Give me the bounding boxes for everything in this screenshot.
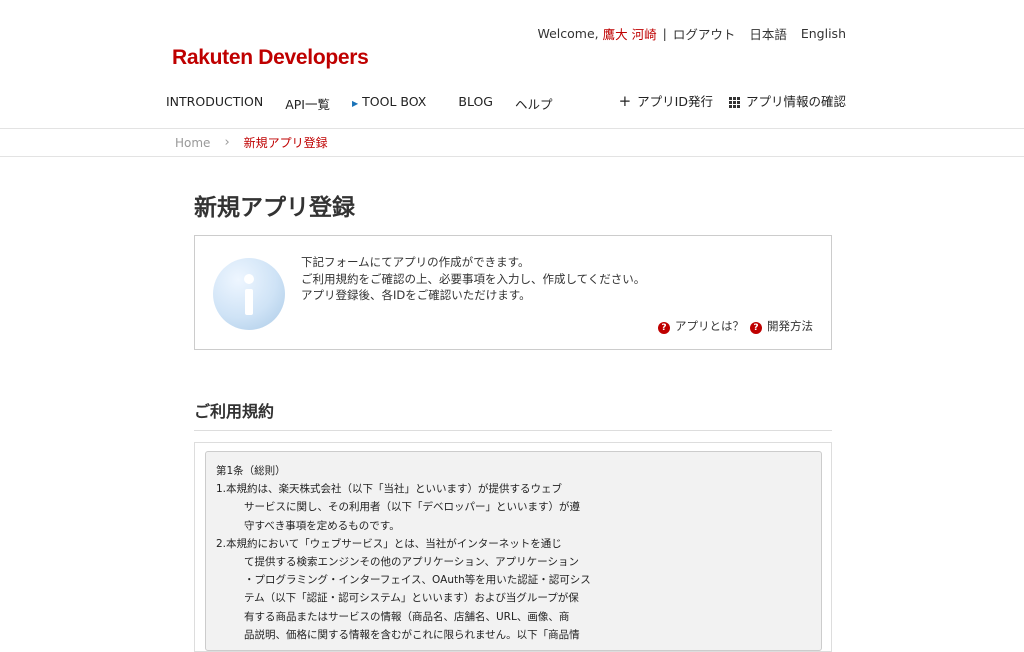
check-app-info-link[interactable]: アプリ情報の確認 xyxy=(728,91,846,110)
top-account-bar: Welcome, 鷹大 河崎 | ログアウト 日本語 English xyxy=(537,24,846,43)
what-is-app-link[interactable]: ? アプリとは？ xyxy=(658,318,744,334)
page-title: 新規アプリ登録 xyxy=(194,195,355,221)
terms-line: 2.本規約において「ウェブサービス」とは、当社がインターネットを通じ xyxy=(216,537,562,550)
info-text: 下記フォームにてアプリの作成ができます。 ご利用規約をご確認の上、必要事項を入力… xyxy=(301,254,645,304)
info-line: ご利用規約をご確認の上、必要事項を入力し、作成してください。 xyxy=(301,271,646,286)
separator: | xyxy=(662,26,667,41)
info-links: ? アプリとは？ ? 開発方法 xyxy=(658,318,813,334)
terms-line: 有する商品またはサービスの情報（商品名、店舗名、URL、画像、商 xyxy=(244,610,570,623)
terms-line: ・プログラミング・インターフェイス、OAuth等を用いた認証・認可シス xyxy=(244,574,591,587)
nav-toolbox-label: TOOL BOX xyxy=(362,94,427,109)
nav-toolbox[interactable]: ▶ TOOL BOX xyxy=(352,94,426,113)
nav-introduction[interactable]: INTRODUCTION xyxy=(166,94,263,113)
terms-line: テム（以下「認証・認可システム」といいます）および当グループが保 xyxy=(244,592,579,605)
dev-method-link[interactable]: ? 開発方法 xyxy=(750,318,813,334)
lang-english-link[interactable]: English xyxy=(801,26,846,41)
info-icon xyxy=(213,258,285,330)
info-line: 下記フォームにてアプリの作成ができます。 xyxy=(301,255,530,269)
triangle-right-icon: ▶ xyxy=(352,99,359,108)
terms-line: て提供する検索エンジンその他のアプリケーション、アプリケーション xyxy=(244,556,579,569)
main-nav: INTRODUCTION API一覧 ▶ TOOL BOX BLOG ヘルプ xyxy=(166,94,575,113)
breadcrumb-current: 新規アプリ登録 xyxy=(243,136,328,150)
logout-link[interactable]: ログアウト xyxy=(673,24,736,43)
nav-help[interactable]: ヘルプ xyxy=(515,94,553,113)
info-line: アプリ登録後、各IDをご確認いただけます。 xyxy=(301,288,531,302)
user-name: 鷹大 河崎 xyxy=(602,27,657,42)
app-actions-nav: + アプリID発行 アプリ情報の確認 xyxy=(619,91,846,110)
terms-line: 第1条（総則） xyxy=(216,465,286,477)
chevron-right-icon: › xyxy=(224,135,230,150)
issue-app-id-link[interactable]: + アプリID発行 xyxy=(619,91,713,110)
terms-line: 1.本規約は、楽天株式会社（以下「当社」といいます）が提供するウェブ xyxy=(216,483,563,496)
issue-app-id-label: アプリID発行 xyxy=(637,94,713,109)
lang-japanese-link[interactable]: 日本語 xyxy=(749,24,787,43)
welcome-text: Welcome, xyxy=(537,26,599,41)
terms-text: 第1条（総則） 1.本規約は、楽天株式会社（以下「当社」といいます）が提供するウェ… xyxy=(206,452,821,650)
nav-blog[interactable]: BLOG xyxy=(458,94,493,113)
grid-icon xyxy=(728,97,740,108)
terms-textarea[interactable]: 第1条（総則） 1.本規約は、楽天株式会社（以下「当社」といいます）が提供するウェ… xyxy=(205,451,822,651)
terms-line: 品説明、価格に関する情報を含むがこれに限られません。以下「商品情 xyxy=(244,628,580,641)
nav-api-list[interactable]: API一覧 xyxy=(285,94,330,113)
what-is-app-label: アプリとは？ xyxy=(675,319,744,333)
terms-line: サービスに関し、その利用者（以下「デベロッパー」といいます）が遵 xyxy=(244,501,580,514)
terms-container: 第1条（総則） 1.本規約は、楽天株式会社（以下「当社」といいます）が提供するウェ… xyxy=(194,442,832,652)
terms-line: 守すべき事項を定めるものです。 xyxy=(244,519,400,532)
plus-icon: + xyxy=(618,92,632,110)
section-divider xyxy=(194,430,832,431)
dev-method-label: 開発方法 xyxy=(767,319,813,333)
rakuten-developers-logo[interactable]: Rakuten Developers xyxy=(172,46,369,70)
breadcrumb: Home › 新規アプリ登録 xyxy=(175,134,328,151)
question-icon: ? xyxy=(750,322,762,334)
terms-section-title: ご利用規約 xyxy=(194,402,275,421)
info-box: 下記フォームにてアプリの作成ができます。 ご利用規約をご確認の上、必要事項を入力… xyxy=(194,235,832,350)
check-app-info-label: アプリ情報の確認 xyxy=(745,94,846,109)
question-icon: ? xyxy=(658,322,670,334)
breadcrumb-bar xyxy=(0,128,1024,157)
breadcrumb-home[interactable]: Home xyxy=(175,136,210,150)
